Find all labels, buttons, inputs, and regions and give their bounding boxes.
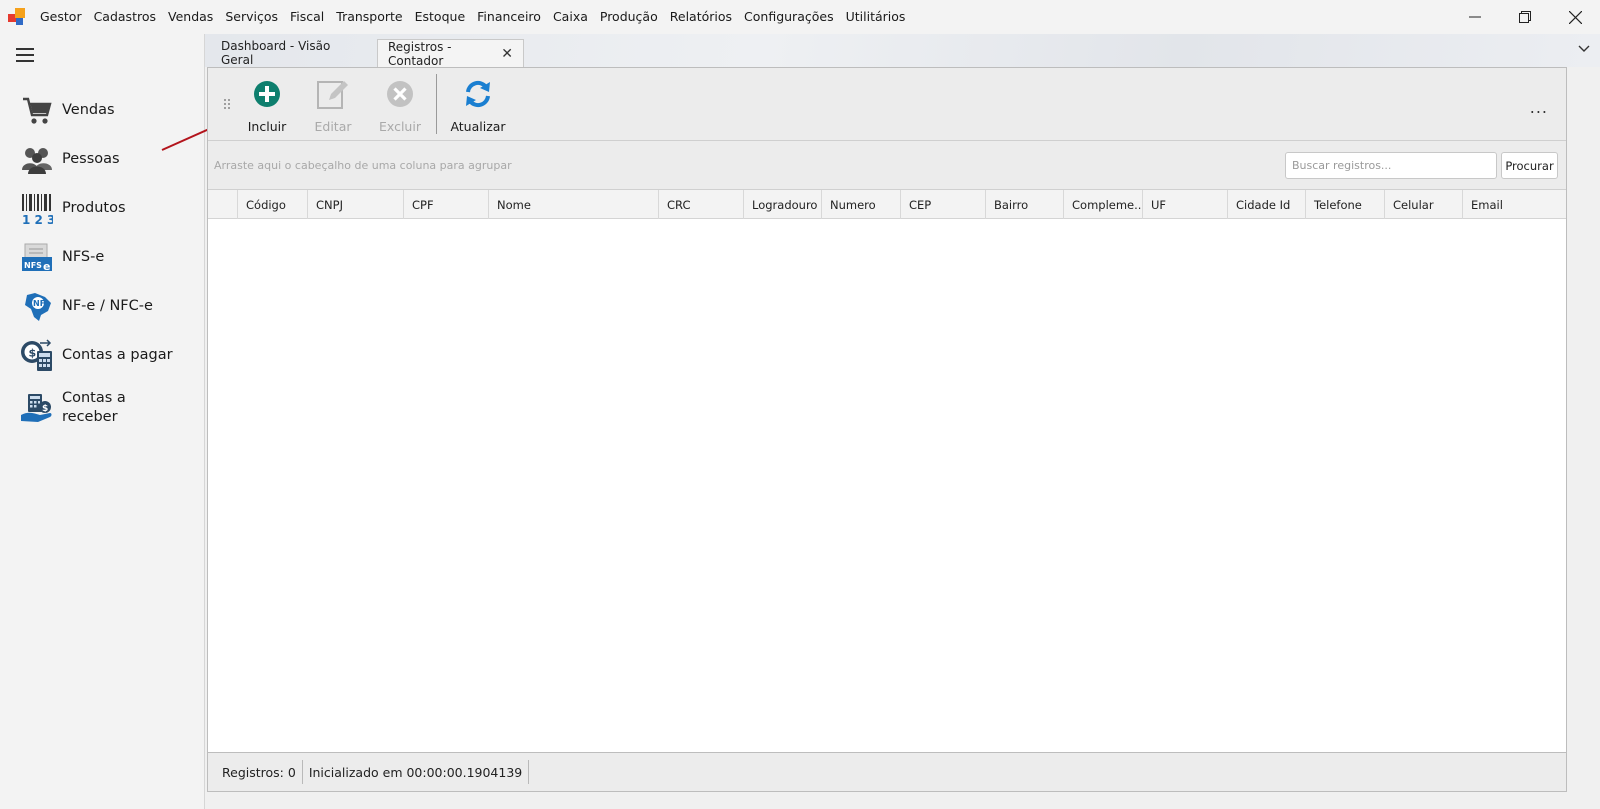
menu-gestor[interactable]: Gestor bbox=[34, 0, 88, 34]
svg-text:$: $ bbox=[42, 404, 48, 414]
column-header-indicator[interactable] bbox=[208, 190, 238, 219]
toolbar-grip-icon[interactable] bbox=[223, 98, 231, 110]
records-count: Registros: 0 bbox=[216, 760, 303, 784]
people-icon bbox=[20, 143, 54, 177]
delete-icon bbox=[384, 78, 416, 110]
incluir-button[interactable]: Incluir bbox=[236, 78, 298, 134]
sidebar-item-produtos[interactable]: 1 2 3 Produtos bbox=[0, 184, 204, 233]
menu-vendas[interactable]: Vendas bbox=[162, 0, 219, 34]
svg-text:$: $ bbox=[29, 346, 37, 359]
column-header-cpf[interactable]: CPF bbox=[404, 190, 489, 219]
excluir-label: Excluir bbox=[379, 119, 421, 134]
minimize-icon bbox=[1469, 16, 1481, 18]
menu-caixa[interactable]: Caixa bbox=[547, 0, 594, 34]
group-hint-text: Arraste aqui o cabeçalho de uma coluna p… bbox=[214, 159, 512, 172]
column-header-email[interactable]: Email bbox=[1463, 190, 1556, 219]
sidebar-item-nfe[interactable]: NF NF-e / NFC-e bbox=[0, 282, 204, 331]
menu-items: Gestor Cadastros Vendas Serviços Fiscal … bbox=[34, 0, 911, 34]
close-icon bbox=[1568, 10, 1582, 24]
menu-producao[interactable]: Produção bbox=[594, 0, 664, 34]
atualizar-label: Atualizar bbox=[450, 119, 506, 134]
nfse-icon: NFS e bbox=[20, 241, 54, 275]
menu-relatorios[interactable]: Relatórios bbox=[664, 0, 738, 34]
search-input[interactable] bbox=[1285, 152, 1497, 179]
column-header-nome[interactable]: Nome bbox=[489, 190, 659, 219]
editar-label: Editar bbox=[314, 119, 352, 134]
column-header-bairro[interactable]: Bairro bbox=[986, 190, 1064, 219]
column-header-numero[interactable]: Numero bbox=[822, 190, 901, 219]
accounts-receivable-icon: $ bbox=[20, 391, 54, 425]
column-header-complemento[interactable]: Compleme... bbox=[1064, 190, 1143, 219]
editar-button[interactable]: Editar bbox=[302, 78, 364, 134]
sidebar-item-label: Contas a pagar bbox=[62, 347, 173, 363]
more-options-icon[interactable]: ... bbox=[1530, 98, 1548, 117]
tab-label: Registros - Contador bbox=[388, 39, 452, 68]
data-grid: Código CNPJ CPF Nome CRC Logradouro Nume… bbox=[208, 190, 1566, 752]
tab-strip: Dashboard - Visão Geral Registros - Cont… bbox=[205, 34, 1600, 68]
close-window-button[interactable] bbox=[1550, 0, 1600, 34]
column-header-cnpj[interactable]: CNPJ bbox=[308, 190, 404, 219]
nfe-icon: NF bbox=[20, 290, 54, 324]
menu-estoque[interactable]: Estoque bbox=[409, 0, 472, 34]
status-bar: Registros: 0 Inicializado em 00:00:00.19… bbox=[208, 752, 1566, 791]
menu-cadastros[interactable]: Cadastros bbox=[88, 0, 162, 34]
menu-financeiro[interactable]: Financeiro bbox=[471, 0, 547, 34]
tab-dashboard[interactable]: Dashboard - Visão Geral bbox=[205, 39, 377, 67]
incluir-label: Incluir bbox=[247, 119, 287, 134]
column-header-telefone[interactable]: Telefone bbox=[1306, 190, 1385, 219]
toolbar-separator bbox=[436, 74, 437, 134]
restore-button[interactable] bbox=[1500, 0, 1550, 34]
sidebar-item-contas-pagar[interactable]: $ Contas a pagar bbox=[0, 331, 204, 380]
column-header-codigo[interactable]: Código bbox=[238, 190, 308, 219]
app-logo-icon bbox=[8, 8, 26, 26]
toolbar: Incluir Editar Excluir Atualizar ... bbox=[208, 68, 1566, 141]
column-header-celular[interactable]: Celular bbox=[1385, 190, 1463, 219]
sidebar-item-label: Pessoas bbox=[62, 151, 120, 167]
sidebar-item-label: Vendas bbox=[62, 102, 115, 118]
sidebar-item-label: Produtos bbox=[62, 200, 126, 216]
add-circle-icon bbox=[251, 78, 283, 110]
group-panel: Arraste aqui o cabeçalho de uma coluna p… bbox=[208, 142, 1566, 190]
svg-text:NF: NF bbox=[33, 299, 45, 308]
tab-close-icon[interactable]: ✕ bbox=[501, 46, 513, 62]
sidebar-item-label: NFS-e bbox=[62, 249, 105, 265]
atualizar-button[interactable]: Atualizar bbox=[447, 78, 509, 134]
menu-transporte[interactable]: Transporte bbox=[330, 0, 408, 34]
sidebar-item-label: NF-e / NFC-e bbox=[62, 298, 153, 314]
menu-fiscal[interactable]: Fiscal bbox=[284, 0, 330, 34]
menu-configuracoes[interactable]: Configurações bbox=[738, 0, 840, 34]
menu-utilitarios[interactable]: Utilitários bbox=[840, 0, 912, 34]
menu-bar: Gestor Cadastros Vendas Serviços Fiscal … bbox=[0, 0, 1600, 34]
refresh-icon bbox=[462, 78, 494, 110]
init-time: Inicializado em 00:00:00.1904139 bbox=[303, 760, 530, 784]
chevron-down-icon[interactable] bbox=[1578, 42, 1590, 57]
menu-servicos[interactable]: Serviços bbox=[219, 0, 284, 34]
barcode-icon: 1 2 3 bbox=[20, 192, 54, 226]
sidebar-item-contas-receber[interactable]: $ Contas a receber bbox=[0, 380, 204, 436]
edit-icon bbox=[317, 78, 349, 110]
sidebar-item-nfse[interactable]: NFS e NFS-e bbox=[0, 233, 204, 282]
shopping-cart-icon bbox=[20, 94, 54, 128]
column-header-cidade-id[interactable]: Cidade Id bbox=[1228, 190, 1306, 219]
content-panel: Incluir Editar Excluir Atualizar ... Arr… bbox=[207, 67, 1567, 792]
window-controls bbox=[1450, 0, 1600, 34]
excluir-button[interactable]: Excluir bbox=[369, 78, 431, 134]
search-button[interactable]: Procurar bbox=[1501, 152, 1558, 179]
minimize-button[interactable] bbox=[1450, 0, 1500, 34]
accounts-payable-icon: $ bbox=[20, 338, 54, 373]
column-header-cep[interactable]: CEP bbox=[901, 190, 986, 219]
column-header-uf[interactable]: UF bbox=[1143, 190, 1228, 219]
hamburger-menu-icon[interactable] bbox=[16, 48, 34, 62]
sidebar-item-label: Contas a receber bbox=[62, 390, 126, 425]
svg-text:1 2 3: 1 2 3 bbox=[22, 213, 53, 225]
column-header-crc[interactable]: CRC bbox=[659, 190, 744, 219]
svg-text:NFS: NFS bbox=[24, 261, 42, 270]
restore-icon bbox=[1519, 11, 1531, 23]
column-header-logradouro[interactable]: Logradouro bbox=[744, 190, 822, 219]
svg-text:e: e bbox=[43, 260, 50, 273]
grid-header: Código CNPJ CPF Nome CRC Logradouro Nume… bbox=[208, 190, 1566, 219]
tab-label: Dashboard - Visão Geral bbox=[221, 39, 331, 67]
tab-registros-contador[interactable]: Registros - Contador ✕ bbox=[377, 39, 524, 68]
